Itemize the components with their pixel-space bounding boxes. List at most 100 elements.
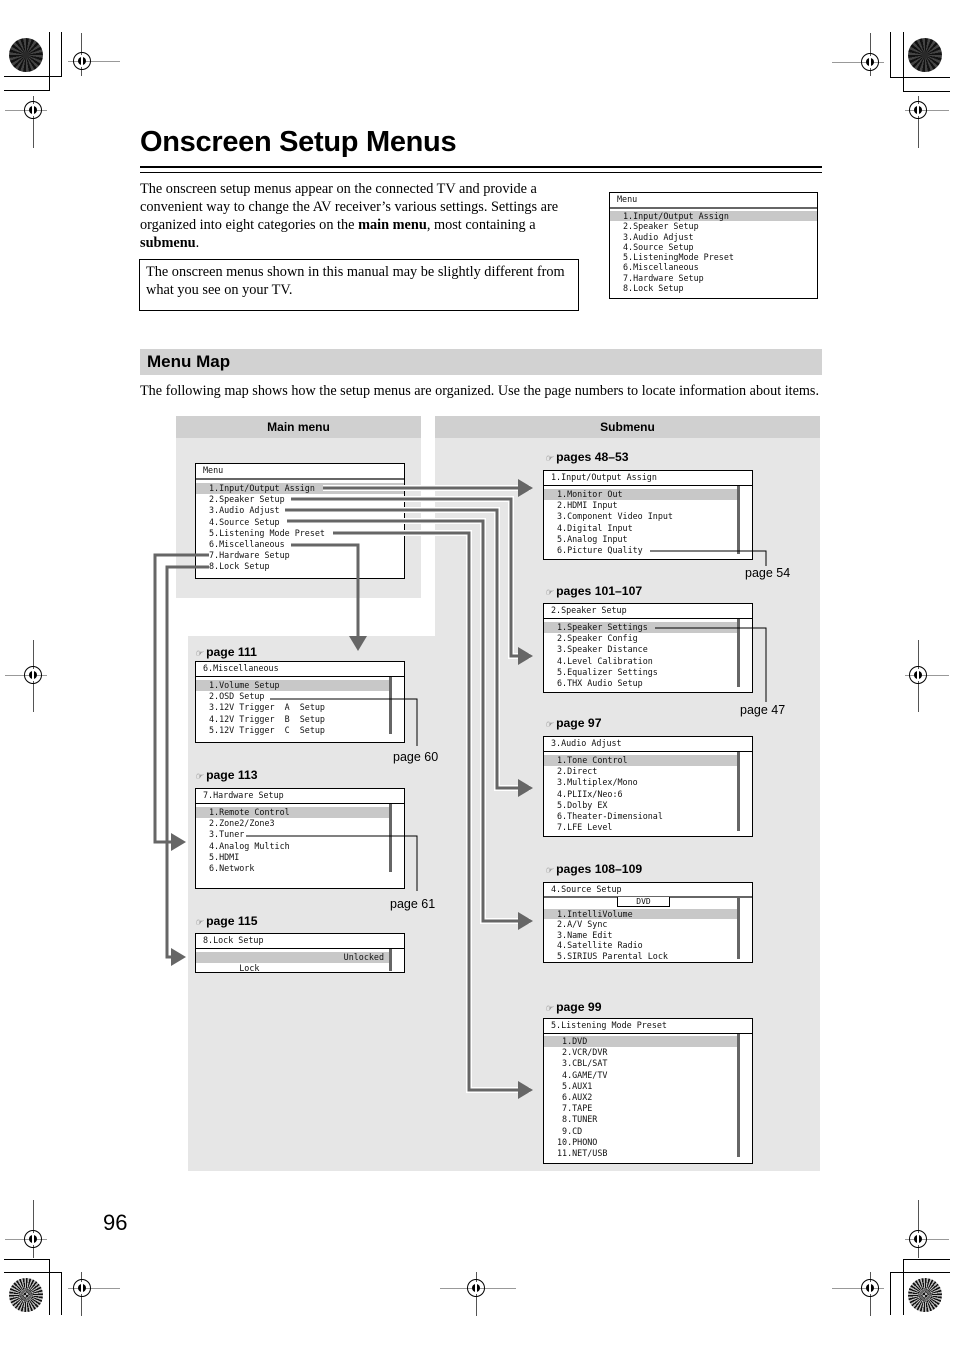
menu-list: Lock Unlocked [196, 949, 404, 973]
menu-item[interactable]: 4.Source Setup [610, 242, 817, 252]
menu-item[interactable]: 4.GAME/TV [544, 1070, 752, 1081]
menu-item[interactable]: 8.TUNER [544, 1114, 752, 1125]
menu-item[interactable]: 1.Speaker Settings [544, 622, 738, 634]
menu-item[interactable]: 6.Network [196, 863, 404, 874]
menu-item[interactable]: 1.DVD [544, 1036, 738, 1048]
menu-header: 8.Lock Setup [196, 934, 404, 949]
title-rule [140, 166, 822, 168]
menu-item[interactable]: 5.Equalizer Settings [544, 667, 752, 678]
menu-item[interactable]: 4.Level Calibration [544, 656, 752, 667]
menu-list: 1.Volume Setup 2.OSD Setup 3.12V Trigger A… [196, 677, 404, 736]
menu-item[interactable]: 4.PLIIx/Neo:6 [544, 789, 752, 800]
menu-item[interactable]: 5.12V Trigger C Setup [196, 725, 404, 736]
menu-item[interactable]: 2.VCR/DVR [544, 1047, 752, 1058]
page-reference-text: page 97 [556, 716, 602, 730]
title-rule [140, 172, 822, 173]
registration-mark-icon [909, 1230, 927, 1248]
menu-item[interactable]: 6.Theater-Dimensional [544, 811, 752, 822]
menu-item[interactable]: 4.12V Trigger B Setup [196, 714, 404, 725]
menu-item[interactable]: 3.Name Edit [544, 930, 752, 940]
page-title: Onscreen Setup Menus [140, 126, 457, 158]
color-target-icon [9, 38, 43, 72]
menu-item[interactable]: 2.Speaker Config [544, 633, 752, 644]
menu-item[interactable]: 1.Input/Output Assign [196, 483, 404, 495]
scrollbar[interactable] [389, 949, 392, 972]
scrollbar[interactable] [389, 804, 392, 873]
menu-header: 7.Hardware Setup [196, 789, 404, 804]
menu-item[interactable]: 6.Miscellaneous [610, 262, 817, 272]
menu-item[interactable]: 1.Remote Control [196, 807, 390, 819]
note-box: The onscreen menus shown in this manual … [139, 259, 579, 311]
callout-page-61: page 61 [390, 897, 436, 911]
menu-list: 1.Speaker Settings 2.Speaker Config 3.Spea… [544, 619, 752, 689]
menu-item[interactable]: 4.Source Setup [196, 517, 404, 528]
menu-item[interactable]: 2.OSD Setup [196, 691, 404, 702]
scrollbar[interactable] [737, 898, 740, 959]
callout-page-54: page 54 [745, 566, 791, 580]
menu-header: 5.Listening Mode Preset [544, 1019, 752, 1034]
menu-item[interactable]: 1.Input/Output Assign [610, 211, 817, 222]
menu-item[interactable]: 3.CBL/SAT [544, 1058, 752, 1069]
menu-item[interactable]: 7.LFE Level [544, 822, 752, 833]
page-reference: ☞ page 99 [545, 1000, 601, 1014]
menu-item[interactable]: 2.Zone2/Zone3 [196, 818, 404, 829]
menu-item[interactable]: 5.SIRIUS Parental Lock [544, 951, 752, 961]
menu-item[interactable]: 6.AUX2 [544, 1092, 752, 1103]
scrollbar[interactable] [737, 486, 740, 555]
menu-item[interactable]: 3.Tuner [196, 829, 404, 840]
menu-item[interactable]: 3.Audio Adjust [196, 505, 404, 516]
menu-item[interactable]: 5.ListeningMode Preset [610, 252, 817, 262]
registration-mark-icon [861, 53, 879, 71]
menu-item[interactable]: 1.Volume Setup [196, 680, 390, 692]
preview-main-menu: Menu 1.Input/Output Assign 2.Speaker Setu… [609, 192, 818, 299]
page-reference-text: pages 108–109 [556, 862, 643, 876]
menu-item[interactable]: 3.Component Video Input [544, 511, 752, 522]
scrollbar[interactable] [737, 1034, 740, 1158]
menu-list: 1.Monitor Out 2.HDMI Input 3.Component Vid… [544, 486, 752, 556]
menu-item[interactable]: 3.Multiplex/Mono [544, 777, 752, 788]
submenu-listening-mode-preset: 5.Listening Mode Preset 1.DVD 2.VCR/DVR … [543, 1018, 753, 1164]
menu-item[interactable]: 11.NET/USB [544, 1148, 752, 1159]
menu-item[interactable]: 10.PHONO [544, 1137, 752, 1148]
menu-item[interactable]: 6.Miscellaneous [196, 539, 404, 550]
scrollbar[interactable] [737, 619, 740, 688]
menu-item[interactable]: 2.Direct [544, 766, 752, 777]
menu-item[interactable]: 1.Tone Control [544, 755, 738, 767]
menu-item[interactable]: 5.AUX1 [544, 1081, 752, 1092]
menu-item[interactable]: 7.Hardware Setup [610, 273, 817, 283]
menu-item[interactable]: 1.Monitor Out [544, 489, 738, 501]
menu-item[interactable]: 3.Speaker Distance [544, 644, 752, 655]
submenu-lock-setup: 8.Lock Setup Lock Unlocked [195, 933, 405, 973]
menu-item[interactable]: 8.Lock Setup [610, 283, 817, 293]
menu-item[interactable]: Lock Unlocked [196, 952, 390, 973]
menu-item[interactable]: 4.Analog Multich [196, 841, 404, 852]
registration-mark-icon [909, 666, 927, 684]
menu-item[interactable]: 2.HDMI Input [544, 500, 752, 511]
menu-item[interactable]: 5.Analog Input [544, 534, 752, 545]
menu-item[interactable]: 6.Picture Quality [544, 545, 752, 556]
menu-item[interactable]: 2.Speaker Setup [196, 494, 404, 505]
menu-item[interactable]: 4.Digital Input [544, 523, 752, 534]
pointing-hand-icon: ☞ [545, 1003, 554, 1013]
menu-item[interactable]: 5.Listening Mode Preset [196, 528, 404, 539]
scrollbar[interactable] [737, 752, 740, 832]
menu-item[interactable]: 5.Dolby EX [544, 800, 752, 811]
menu-item[interactable]: 3.Audio Adjust [610, 232, 817, 242]
menu-item[interactable]: 5.HDMI [196, 852, 404, 863]
menu-item[interactable]: 7.TAPE [544, 1103, 752, 1114]
registration-mark-icon [24, 666, 42, 684]
menu-item[interactable]: 4.Satellite Radio [544, 940, 752, 950]
callout-page-60: page 60 [393, 750, 439, 764]
menu-item[interactable]: 3.12V Trigger A Setup [196, 702, 404, 713]
menu-item[interactable]: 7.Hardware Setup [196, 550, 404, 561]
menu-item[interactable]: 1.IntelliVolume [544, 909, 738, 920]
color-target-icon [908, 1278, 942, 1312]
menu-item[interactable]: 6.THX Audio Setup [544, 678, 752, 689]
menu-item[interactable]: 2.A/V Sync [544, 919, 752, 929]
menu-list: 1.Remote Control 2.Zone2/Zone3 3.Tuner 4.An… [196, 804, 404, 874]
page-reference: ☞ pages 48–53 [545, 450, 629, 464]
scrollbar[interactable] [389, 677, 392, 734]
menu-item[interactable]: 9.CD [544, 1126, 752, 1137]
menu-item[interactable]: 8.Lock Setup [196, 561, 404, 572]
menu-item[interactable]: 2.Speaker Setup [610, 221, 817, 231]
